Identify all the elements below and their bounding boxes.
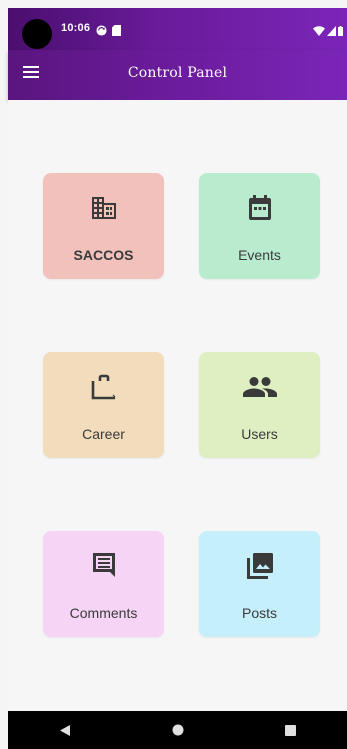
app-bar: Control Panel xyxy=(8,50,347,100)
tile-label: SACCOS xyxy=(73,247,134,263)
status-right-icons xyxy=(313,23,343,41)
status-bar: 10:06 xyxy=(8,8,347,50)
tile-comments[interactable]: Comments xyxy=(43,531,164,637)
tile-career[interactable]: Career xyxy=(43,352,164,458)
dashboard-grid: SACCOS Events Career Users Comments Post… xyxy=(8,100,347,711)
tile-label: Events xyxy=(238,247,281,263)
tile-label: Career xyxy=(82,426,125,442)
recents-icon[interactable] xyxy=(276,715,306,745)
photo-library-icon xyxy=(246,551,274,581)
work-icon xyxy=(89,372,119,402)
battery-icon xyxy=(338,23,343,41)
tile-label: Users xyxy=(241,426,278,442)
tile-saccos[interactable]: SACCOS xyxy=(43,173,164,279)
sd-card-icon xyxy=(112,23,121,41)
tile-label: Comments xyxy=(69,605,138,621)
status-time: 10:06 xyxy=(61,22,91,34)
wifi-icon xyxy=(313,23,325,41)
tile-events[interactable]: Events xyxy=(199,173,320,279)
camera-cutout xyxy=(22,19,52,49)
tile-posts[interactable]: Posts xyxy=(199,531,320,637)
back-icon[interactable] xyxy=(50,715,80,745)
comment-icon xyxy=(91,551,117,581)
home-icon[interactable] xyxy=(163,715,193,745)
tile-users[interactable]: Users xyxy=(199,352,320,458)
system-nav-bar xyxy=(8,711,347,749)
page-title: Control Panel xyxy=(127,65,228,81)
calendar-icon xyxy=(248,193,272,223)
sync-icon xyxy=(96,23,107,41)
tile-label: Posts xyxy=(241,605,277,621)
people-icon xyxy=(242,372,277,402)
signal-icon xyxy=(327,23,336,41)
business-icon xyxy=(91,193,117,223)
